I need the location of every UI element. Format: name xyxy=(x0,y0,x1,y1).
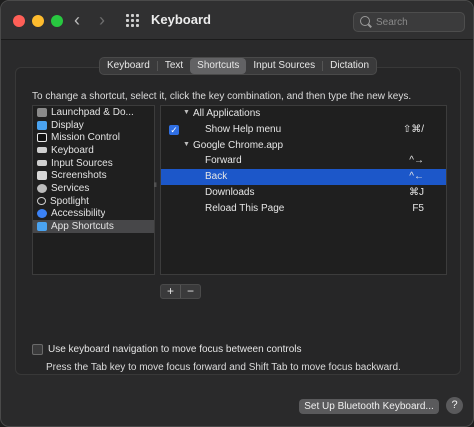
shortcut-label: Downloads xyxy=(205,186,255,198)
accessibility-icon xyxy=(37,209,47,219)
category-label: Keyboard xyxy=(51,144,94,156)
shortcut-row-reload[interactable]: Reload This Page F5 xyxy=(161,201,446,217)
shortcut-label: Show Help menu xyxy=(205,123,282,135)
group-all-applications[interactable]: ▼ All Applications xyxy=(161,106,446,122)
category-display[interactable]: Display xyxy=(33,119,154,132)
category-accessibility[interactable]: Accessibility xyxy=(33,208,154,221)
search-field[interactable] xyxy=(353,12,465,32)
keyboard-icon xyxy=(37,147,47,154)
category-spotlight[interactable]: Spotlight xyxy=(33,195,154,208)
shortcut-row-show-help[interactable]: ✓ Show Help menu ⇧⌘/ xyxy=(161,122,446,138)
category-label: Services xyxy=(51,182,90,194)
shortcut-row-back[interactable]: Back ^← xyxy=(161,169,446,185)
category-label: App Shortcuts xyxy=(51,221,114,233)
forward-icon[interactable]: › xyxy=(99,9,105,31)
shortcut-row-forward[interactable]: Forward ^→ xyxy=(161,153,446,169)
remove-shortcut-button[interactable]: − xyxy=(181,285,200,298)
search-input[interactable] xyxy=(376,15,460,29)
disclosure-down-icon[interactable]: ▼ xyxy=(183,141,190,148)
disclosure-down-icon[interactable]: ▼ xyxy=(183,109,190,116)
category-list[interactable]: Launchpad & Do... Display Mission Contro… xyxy=(32,105,155,275)
shortcut-row-downloads[interactable]: Downloads ⌘J xyxy=(161,185,446,201)
keyboard-navigation-checkbox[interactable] xyxy=(32,344,43,355)
back-icon[interactable]: ‹ xyxy=(74,9,80,31)
category-app-shortcuts[interactable]: App Shortcuts xyxy=(33,220,154,233)
shortcut-key[interactable]: ⌘J xyxy=(409,187,424,198)
category-label: Mission Control xyxy=(51,132,120,144)
enabled-checkbox[interactable]: ✓ xyxy=(169,124,179,135)
shortcut-key[interactable]: ^← xyxy=(409,171,424,182)
app-shortcuts-icon xyxy=(37,222,47,232)
input-sources-icon xyxy=(37,160,47,167)
category-label: Input Sources xyxy=(51,157,113,169)
help-button[interactable]: ? xyxy=(446,397,463,414)
instructions-text: To change a shortcut, select it, click t… xyxy=(32,91,412,102)
shortcut-list[interactable]: ▼ All Applications ✓ Show Help menu ⇧⌘/ … xyxy=(160,105,447,275)
tab-input-sources[interactable]: Input Sources xyxy=(246,58,322,74)
search-icon xyxy=(360,16,370,26)
keyboard-navigation-hint: Press the Tab key to move focus forward … xyxy=(46,362,401,373)
launchpad-icon xyxy=(37,107,47,117)
shortcut-key[interactable]: ^→ xyxy=(409,155,424,166)
screenshots-icon xyxy=(37,171,47,181)
split-divider-handle[interactable]: ⦀ xyxy=(154,183,157,190)
category-services[interactable]: Services xyxy=(33,182,154,195)
shortcut-key[interactable]: F5 xyxy=(412,203,424,214)
category-keyboard[interactable]: Keyboard xyxy=(33,144,154,157)
keyboard-navigation-label: Use keyboard navigation to move focus be… xyxy=(48,344,302,355)
group-label: Google Chrome.app xyxy=(193,139,284,151)
category-label: Screenshots xyxy=(51,170,107,182)
category-label: Launchpad & Do... xyxy=(51,106,134,118)
spotlight-icon xyxy=(37,197,46,206)
category-label: Spotlight xyxy=(50,195,89,207)
shortcut-label: Back xyxy=(205,171,228,183)
tab-dictation[interactable]: Dictation xyxy=(323,58,376,74)
tab-bar: Keyboard Text Shortcuts Input Sources Di… xyxy=(99,57,378,75)
tab-text[interactable]: Text xyxy=(158,58,190,74)
category-input-sources[interactable]: Input Sources xyxy=(33,157,154,170)
show-all-grid-icon[interactable] xyxy=(126,14,139,27)
category-screenshots[interactable]: Screenshots xyxy=(33,169,154,182)
zoom-button[interactable] xyxy=(51,15,63,27)
title-bar: ‹ › Keyboard xyxy=(1,1,473,40)
add-shortcut-button[interactable]: + xyxy=(161,285,180,298)
keyboard-navigation-option[interactable]: Use keyboard navigation to move focus be… xyxy=(32,344,301,355)
display-icon xyxy=(37,120,47,130)
category-mission-control[interactable]: Mission Control xyxy=(33,131,154,144)
category-label: Display xyxy=(51,119,84,131)
shortcut-key[interactable]: ⇧⌘/ xyxy=(403,124,424,135)
group-label: All Applications xyxy=(193,108,261,119)
category-launchpad[interactable]: Launchpad & Do... xyxy=(33,106,154,119)
services-icon xyxy=(37,183,47,193)
category-label: Accessibility xyxy=(51,208,106,220)
group-google-chrome[interactable]: ▼ Google Chrome.app xyxy=(161,138,446,154)
close-button[interactable] xyxy=(13,15,25,27)
tab-keyboard[interactable]: Keyboard xyxy=(100,58,157,74)
shortcut-label: Reload This Page xyxy=(205,202,285,214)
add-remove-control: + − xyxy=(160,284,201,299)
tab-shortcuts[interactable]: Shortcuts xyxy=(190,58,247,74)
preferences-window: ‹ › Keyboard Keyboard Text Shortcuts Inp… xyxy=(0,0,474,427)
window-title: Keyboard xyxy=(151,12,211,27)
shortcut-label: Forward xyxy=(205,155,242,167)
mission-control-icon xyxy=(37,133,47,143)
setup-bluetooth-keyboard-button[interactable]: Set Up Bluetooth Keyboard... xyxy=(299,399,439,414)
minimize-button[interactable] xyxy=(32,15,44,27)
